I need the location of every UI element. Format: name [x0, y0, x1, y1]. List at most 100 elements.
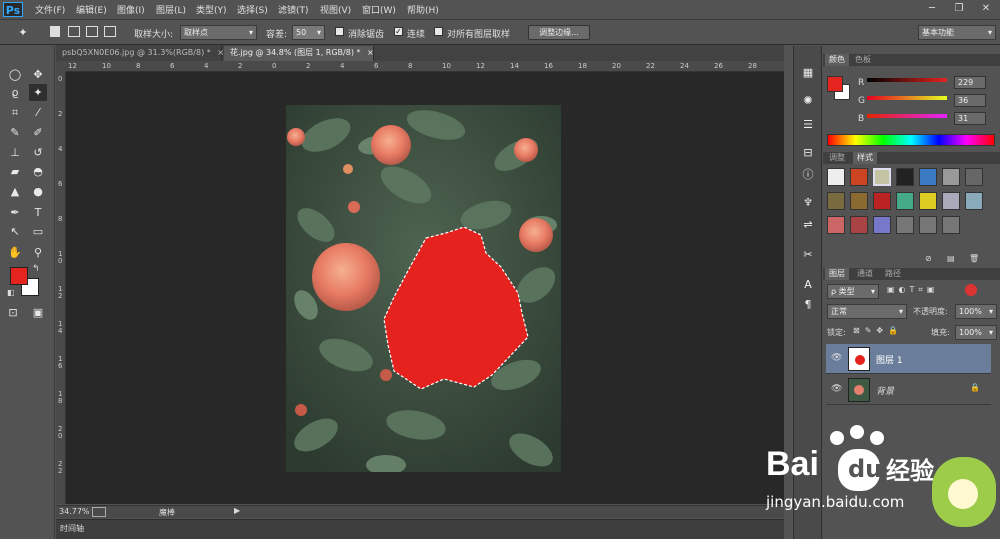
tab-color[interactable]: 颜色	[825, 54, 849, 66]
r-input[interactable]: 229	[954, 76, 986, 89]
tolerance-input[interactable]: 50	[292, 25, 325, 40]
tab-swatches[interactable]: 色板	[851, 54, 875, 66]
lock-icons[interactable]: ⊠✎✥🔒	[853, 326, 903, 335]
document-image[interactable]	[286, 105, 561, 472]
swap-colors-icon[interactable]: ↰	[32, 264, 40, 274]
default-colors-icon[interactable]: ◧	[7, 288, 15, 297]
style-swatch[interactable]	[827, 192, 845, 210]
paragraph-panel-icon[interactable]: ¶	[798, 296, 818, 313]
type-tool-icon[interactable]: T	[29, 204, 47, 221]
layer-filter-icons[interactable]: ▣◐T⌗▣	[887, 285, 939, 295]
menu-help[interactable]: 帮助(H)	[407, 3, 439, 16]
timeline-label[interactable]: 时间轴	[60, 523, 84, 534]
crop-tool-icon[interactable]: ⌗	[6, 104, 24, 121]
contiguous-checkbox[interactable]: ✓	[394, 27, 403, 36]
style-swatch[interactable]	[873, 216, 891, 234]
magic-wand-tool-icon[interactable]: ✦	[29, 84, 47, 101]
tab-paths[interactable]: 路径	[881, 268, 905, 280]
style-swatch[interactable]	[942, 168, 960, 186]
restore-button[interactable]: ❐	[946, 1, 972, 18]
status-arrow-icon[interactable]: ▶	[234, 506, 240, 515]
add-to-selection-icon[interactable]	[68, 26, 80, 37]
style-swatch[interactable]	[850, 192, 868, 210]
menu-view[interactable]: 视图(V)	[320, 3, 351, 16]
style-swatch[interactable]	[965, 192, 983, 210]
b-slider[interactable]	[867, 114, 947, 118]
zoom-level[interactable]: 34.77%	[59, 507, 90, 516]
b-input[interactable]: 31	[954, 112, 986, 125]
clone-stamp-icon[interactable]: ⊥	[6, 144, 24, 161]
g-input[interactable]: 36	[954, 94, 986, 107]
layer-name[interactable]: 图层 1	[876, 353, 903, 366]
screen-mode-icon[interactable]: ▣	[29, 304, 47, 321]
style-swatch[interactable]	[919, 216, 937, 234]
quick-mask-icon[interactable]: ⊡	[4, 304, 22, 321]
menu-file[interactable]: 文件(F)	[35, 3, 65, 16]
brush-tool-icon[interactable]: ✐	[29, 124, 47, 141]
menu-layer[interactable]: 图层(L)	[156, 3, 186, 16]
eraser-tool-icon[interactable]: ▰	[6, 163, 24, 180]
delete-style-icon[interactable]: 🗑	[969, 254, 979, 263]
zoom-tool-icon[interactable]: ⚲	[29, 244, 47, 261]
actions-panel-icon[interactable]: ✺	[798, 92, 818, 109]
new-style-icon[interactable]: ▤	[947, 254, 955, 263]
menu-image[interactable]: 图像(I)	[117, 3, 145, 16]
close-window-button[interactable]: ✕	[973, 1, 999, 18]
eyedropper-tool-icon[interactable]: ⁄	[29, 104, 47, 121]
color-spectrum-ramp[interactable]	[827, 134, 995, 146]
style-none-swatch[interactable]	[827, 168, 845, 186]
workspace-select[interactable]: 基本功能	[918, 25, 996, 40]
minimize-button[interactable]: ─	[919, 1, 945, 18]
tab-document-2[interactable]: 花.jpg @ 34.8% (图层 1, RGB/8) * ×	[224, 46, 374, 61]
shape-tool-icon[interactable]: ▭	[29, 223, 47, 240]
style-swatch[interactable]	[919, 192, 937, 210]
menu-type[interactable]: 类型(Y)	[196, 3, 227, 16]
brush-presets-icon[interactable]: ⇌	[798, 216, 818, 233]
antialias-checkbox[interactable]	[335, 27, 344, 36]
g-slider[interactable]	[867, 96, 947, 100]
intersect-selection-icon[interactable]	[104, 26, 116, 37]
menu-edit[interactable]: 编辑(E)	[76, 3, 107, 16]
style-swatch[interactable]	[873, 192, 891, 210]
refine-edge-button[interactable]: 调整边缘...	[528, 25, 590, 40]
history-brush-icon[interactable]: ↺	[29, 144, 47, 161]
menu-filter[interactable]: 滤镜(T)	[278, 3, 309, 16]
tab-document-1[interactable]: psbQ5XN0E06.jpg @ 31.3%(RGB/8) * ×	[56, 46, 224, 61]
tab-layers[interactable]: 图层	[825, 268, 849, 280]
path-select-icon[interactable]: ↖	[6, 223, 24, 240]
paint-bucket-icon[interactable]: ◓	[29, 163, 47, 180]
sample-size-select[interactable]: 取样点	[180, 25, 257, 40]
visibility-eye-icon[interactable]: 👁	[831, 353, 842, 363]
tab-channels[interactable]: 通道	[853, 268, 877, 280]
healing-brush-icon[interactable]: ✎	[6, 124, 24, 141]
move-tool-icon[interactable]: ✥	[29, 66, 47, 83]
pen-tool-icon[interactable]: ✒	[6, 204, 24, 221]
r-slider[interactable]	[867, 78, 947, 82]
style-swatch[interactable]	[919, 168, 937, 186]
character-panel-icon[interactable]: A	[798, 276, 818, 293]
blur-tool-icon[interactable]: ▲	[6, 183, 24, 200]
panel-foreground-swatch[interactable]	[827, 76, 843, 92]
style-swatch[interactable]	[850, 216, 868, 234]
fill-input[interactable]: 100%	[955, 325, 997, 340]
dodge-tool-icon[interactable]: ●	[29, 183, 47, 200]
tool-presets-icon[interactable]: ✂	[798, 246, 818, 263]
info-panel-icon[interactable]: ⓘ	[798, 166, 818, 183]
marquee-tool-icon[interactable]: ◯	[6, 66, 24, 83]
visibility-eye-icon[interactable]: 👁	[831, 384, 842, 394]
tab-styles[interactable]: 样式	[853, 152, 877, 164]
properties-panel-icon[interactable]: ☰	[798, 116, 818, 133]
layer-row-background[interactable]: 👁 背景 🔒	[826, 375, 991, 405]
style-swatch[interactable]	[827, 216, 845, 234]
tab-adjustments[interactable]: 调整	[825, 152, 849, 164]
layer-name[interactable]: 背景	[876, 384, 894, 397]
magic-wand-preset-icon[interactable]: ✦	[14, 24, 32, 41]
blend-mode-select[interactable]: 正常	[827, 304, 907, 319]
foreground-color-swatch[interactable]	[10, 267, 28, 285]
style-swatch[interactable]	[896, 168, 914, 186]
new-selection-icon[interactable]	[50, 26, 60, 37]
style-swatch[interactable]	[965, 168, 983, 186]
status-info-icon[interactable]	[92, 507, 106, 517]
lasso-tool-icon[interactable]: ϱ	[6, 84, 24, 101]
style-swatch[interactable]	[873, 168, 891, 186]
